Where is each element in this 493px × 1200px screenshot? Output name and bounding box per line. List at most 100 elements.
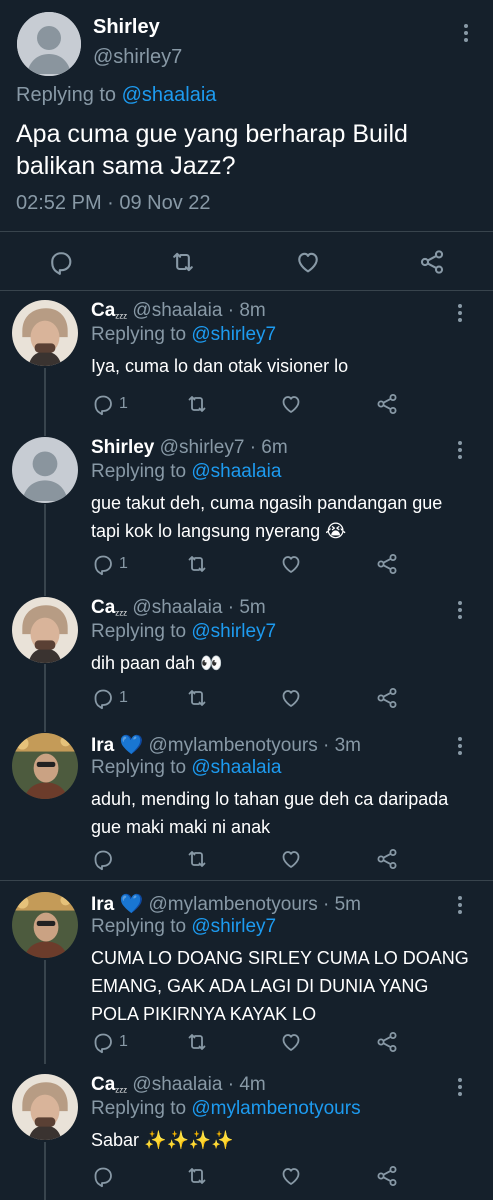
author-handle[interactable]: @shirley7 bbox=[93, 46, 182, 69]
like-icon bbox=[279, 847, 303, 871]
retweet-button[interactable] bbox=[185, 392, 209, 416]
default-avatar-icon bbox=[12, 437, 78, 503]
retweet-icon bbox=[185, 552, 209, 576]
like-button[interactable] bbox=[279, 686, 303, 710]
thread-line bbox=[44, 1142, 46, 1200]
reply-handle-time[interactable]: @shaalaia · 8m bbox=[132, 300, 265, 321]
share-button[interactable] bbox=[375, 686, 399, 710]
retweet-icon bbox=[185, 686, 209, 710]
more-options-icon[interactable] bbox=[456, 896, 464, 914]
reply-text: aduh, mending lo tahan gue deh ca daripa… bbox=[91, 789, 449, 837]
replying-to-link[interactable]: @shirley7 bbox=[191, 324, 276, 345]
retweet-button[interactable] bbox=[185, 686, 209, 710]
replying-to-line: Replying to @shirley7 bbox=[91, 916, 276, 938]
reply-author-name[interactable]: Ca bbox=[91, 597, 115, 618]
replying-prefix: Replying to bbox=[91, 916, 192, 937]
like-icon bbox=[279, 392, 303, 416]
replying-to-link[interactable]: @shirley7 bbox=[191, 621, 276, 642]
more-options-icon[interactable] bbox=[462, 24, 470, 42]
name-decoration: ᶻᶻᶻ bbox=[115, 311, 128, 324]
reply-avatar[interactable] bbox=[12, 300, 78, 366]
reply-icon bbox=[91, 392, 115, 416]
retweet-button[interactable] bbox=[185, 847, 209, 871]
more-options-icon[interactable] bbox=[456, 1078, 464, 1096]
photo-avatar-icon bbox=[12, 300, 78, 366]
share-button[interactable] bbox=[418, 248, 446, 276]
replying-to-link[interactable]: @shaalaia bbox=[191, 461, 281, 482]
like-button[interactable] bbox=[279, 392, 303, 416]
reply-button[interactable]: 1 bbox=[91, 392, 128, 416]
reply-avatar[interactable] bbox=[12, 437, 78, 503]
reply-avatar[interactable] bbox=[12, 597, 78, 663]
blue-heart-icon: 💙 bbox=[119, 894, 144, 915]
replying-to-line: Replying to @shaalaia bbox=[91, 461, 281, 483]
share-button[interactable] bbox=[375, 392, 399, 416]
retweet-button[interactable] bbox=[169, 248, 197, 276]
reply-author-name[interactable]: Ira bbox=[91, 735, 114, 756]
share-button[interactable] bbox=[375, 552, 399, 576]
replying-to-link[interactable]: @shaalaia bbox=[191, 757, 281, 778]
share-button[interactable] bbox=[375, 847, 399, 871]
reply-action-bar bbox=[91, 1164, 411, 1190]
main-action-bar bbox=[0, 246, 493, 278]
photo-avatar-icon bbox=[12, 1074, 78, 1140]
reply-count: 1 bbox=[119, 689, 128, 706]
retweet-button[interactable] bbox=[185, 552, 209, 576]
like-icon bbox=[279, 1030, 303, 1054]
share-icon bbox=[418, 248, 446, 276]
reply-avatar[interactable] bbox=[12, 1074, 78, 1140]
like-button[interactable] bbox=[294, 248, 322, 276]
retweet-button[interactable] bbox=[185, 1030, 209, 1054]
share-button[interactable] bbox=[375, 1164, 399, 1188]
share-icon bbox=[375, 552, 399, 576]
author-avatar[interactable] bbox=[17, 12, 81, 76]
reply-handle-time[interactable]: @mylambenotyours · 3m bbox=[148, 735, 361, 756]
reply-button[interactable] bbox=[91, 1164, 119, 1188]
reply-avatar[interactable] bbox=[12, 733, 78, 799]
retweet-button[interactable] bbox=[185, 1164, 209, 1188]
replying-to-link[interactable]: @shirley7 bbox=[191, 916, 276, 937]
reply-handle-time[interactable]: @shaalaia · 4m bbox=[132, 1074, 265, 1095]
tweet-timestamp[interactable]: 02:52 PM · 09 Nov 22 bbox=[16, 192, 211, 215]
more-options-icon[interactable] bbox=[456, 737, 464, 755]
share-button[interactable] bbox=[375, 1030, 399, 1054]
reply-icon bbox=[91, 552, 115, 576]
like-button[interactable] bbox=[279, 1164, 303, 1188]
author-name[interactable]: Shirley bbox=[93, 16, 160, 39]
replying-to-line: Replying to @shirley7 bbox=[91, 324, 276, 346]
divider bbox=[0, 231, 493, 232]
reply-author-name[interactable]: Ca bbox=[91, 1074, 115, 1095]
like-button[interactable] bbox=[279, 1030, 303, 1054]
photo-avatar-icon bbox=[12, 733, 78, 799]
reply-author-name[interactable]: Ira bbox=[91, 894, 114, 915]
reply-avatar[interactable] bbox=[12, 892, 78, 958]
like-button[interactable] bbox=[279, 847, 303, 871]
reply-button[interactable]: 1 bbox=[91, 552, 128, 576]
retweet-icon bbox=[185, 1030, 209, 1054]
reply-author-name[interactable]: Shirley bbox=[91, 437, 154, 458]
reply-count: 1 bbox=[119, 1033, 128, 1050]
reply-handle-time[interactable]: @shaalaia · 5m bbox=[132, 597, 265, 618]
reply-button[interactable]: 1 bbox=[91, 686, 128, 710]
reply-button[interactable] bbox=[47, 248, 75, 276]
reply-icon bbox=[47, 248, 75, 276]
like-icon bbox=[294, 248, 322, 276]
more-options-icon[interactable] bbox=[456, 441, 464, 459]
reply-button[interactable]: 1 bbox=[91, 1030, 128, 1054]
replying-prefix: Replying to bbox=[91, 621, 192, 642]
share-icon bbox=[375, 1164, 399, 1188]
more-options-icon[interactable] bbox=[456, 601, 464, 619]
like-button[interactable] bbox=[279, 552, 303, 576]
more-options-icon[interactable] bbox=[456, 304, 464, 322]
reply-button[interactable] bbox=[91, 847, 119, 871]
replying-to-link[interactable]: @shaalaia bbox=[122, 84, 217, 106]
reply-icon bbox=[91, 1164, 115, 1188]
replying-prefix: Replying to bbox=[91, 324, 192, 345]
replying-to-link[interactable]: @mylambenotyours bbox=[191, 1098, 360, 1119]
name-decoration: ᶻᶻᶻ bbox=[115, 1085, 128, 1098]
reply-handle-time[interactable]: @shirley7 · 6m bbox=[160, 437, 288, 458]
reply-count: 1 bbox=[119, 395, 128, 412]
divider bbox=[0, 880, 493, 881]
reply-handle-time[interactable]: @mylambenotyours · 5m bbox=[148, 894, 361, 915]
reply-author-name[interactable]: Ca bbox=[91, 300, 115, 321]
